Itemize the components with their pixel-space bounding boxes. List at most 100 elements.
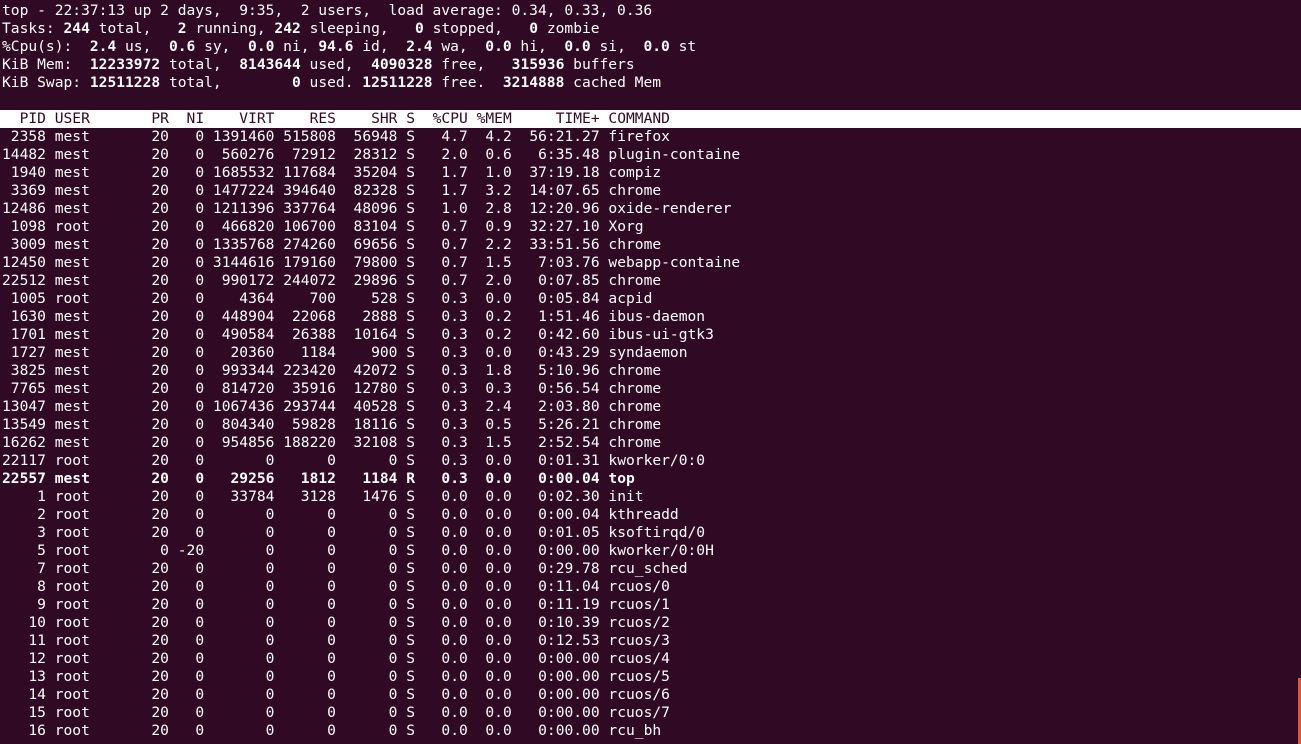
process-list[interactable]: 2358 mest 20 0 1391460 515808 56948 S 4.… xyxy=(0,128,1301,740)
process-row: 13047 mest 20 0 1067436 293744 40528 S 0… xyxy=(0,398,1301,416)
cell-pr: 20 xyxy=(142,218,169,235)
cell-time: 7:03.76 xyxy=(520,254,600,271)
cpu-sy: 0.6 xyxy=(168,38,196,55)
cell-ni: 0 xyxy=(177,416,205,433)
process-row: 15 root 20 0 0 0 0 S 0.0 0.0 0:00.00 rcu… xyxy=(0,704,1301,722)
cell-ni: 0 xyxy=(177,722,205,739)
cell-state: S xyxy=(406,488,416,505)
cell-cpu: 0.3 xyxy=(423,470,468,487)
cell-virt: 1211396 xyxy=(212,200,275,217)
swap-total: 12511228 xyxy=(89,74,161,91)
process-row: 10 root 20 0 0 0 0 S 0.0 0.0 0:10.39 rcu… xyxy=(0,614,1301,632)
cell-command: top xyxy=(608,470,635,487)
cell-cpu: 0.3 xyxy=(423,344,468,361)
cell-ni: 0 xyxy=(177,380,205,397)
process-row: 22512 mest 20 0 990172 244072 29896 S 0.… xyxy=(0,272,1301,290)
cell-ni: 0 xyxy=(177,470,205,487)
cell-state: S xyxy=(406,542,416,559)
cell-state: S xyxy=(406,326,416,343)
cell-res: 0 xyxy=(283,722,336,739)
cell-res: 293744 xyxy=(283,398,336,415)
cell-command: ibus-ui-gtk3 xyxy=(608,326,714,343)
cell-pid: 13047 xyxy=(2,398,46,415)
cell-virt: 0 xyxy=(212,650,275,667)
cell-command: rcuos/4 xyxy=(608,650,670,667)
cell-shr: 40528 xyxy=(344,398,398,415)
header-pr: PR xyxy=(142,110,169,127)
cell-time: 2:03.80 xyxy=(520,398,600,415)
cell-pr: 20 xyxy=(142,290,169,307)
cell-user: root xyxy=(54,722,134,739)
process-row: 1727 mest 20 0 20360 1184 900 S 0.3 0.0 … xyxy=(0,344,1301,362)
cell-user: mest xyxy=(54,434,134,451)
cell-virt: 0 xyxy=(212,578,275,595)
cell-cpu: 0.0 xyxy=(423,686,468,703)
cell-user: mest xyxy=(54,182,134,199)
cell-pid: 9 xyxy=(2,596,46,613)
cell-mem: 1.5 xyxy=(476,254,512,271)
cell-state: R xyxy=(406,470,416,487)
cell-pr: 20 xyxy=(142,326,169,343)
cell-pr: 20 xyxy=(142,182,169,199)
cell-pid: 7765 xyxy=(2,380,46,397)
cell-cpu: 1.7 xyxy=(423,182,468,199)
cell-virt: 0 xyxy=(212,632,275,649)
cell-mem: 2.8 xyxy=(476,200,512,217)
cell-time: 56:21.27 xyxy=(520,128,600,145)
cell-shr: 69656 xyxy=(344,236,398,253)
process-row: 16 root 20 0 0 0 0 S 0.0 0.0 0:00.00 rcu… xyxy=(0,722,1301,740)
cell-virt: 490584 xyxy=(212,326,275,343)
terminal-window[interactable]: top - 22:37:13 up 2 days, 9:35, 2 users,… xyxy=(0,0,1301,744)
cell-cpu: 0.3 xyxy=(423,362,468,379)
cell-command: kthreadd xyxy=(608,506,679,523)
cell-pid: 22117 xyxy=(2,452,46,469)
cell-command: rcuos/0 xyxy=(608,578,670,595)
cell-mem: 0.0 xyxy=(476,452,512,469)
cell-res: 700 xyxy=(283,290,336,307)
process-row: 12450 mest 20 0 3144616 179160 79800 S 0… xyxy=(0,254,1301,272)
cell-state: S xyxy=(406,578,416,595)
cell-ni: 0 xyxy=(177,668,205,685)
cell-state: S xyxy=(406,290,416,307)
cell-virt: 0 xyxy=(212,542,275,559)
cell-cpu: 0.3 xyxy=(423,416,468,433)
cell-pid: 12 xyxy=(2,650,46,667)
cell-command: rcuos/7 xyxy=(608,704,670,721)
cell-pid: 22557 xyxy=(2,470,46,487)
cell-shr: 0 xyxy=(344,596,398,613)
cell-cpu: 0.7 xyxy=(423,254,468,271)
tasks-stopped: 0 xyxy=(415,20,424,37)
cell-command: webapp-containe xyxy=(608,254,741,271)
cell-res: 0 xyxy=(283,524,336,541)
cell-command: rcuos/5 xyxy=(608,668,670,685)
cell-user: root xyxy=(54,578,134,595)
cell-virt: 4364 xyxy=(212,290,275,307)
process-row: 16262 mest 20 0 954856 188220 32108 S 0.… xyxy=(0,434,1301,452)
cell-user: root xyxy=(54,452,134,469)
cell-pr: 20 xyxy=(142,596,169,613)
cell-state: S xyxy=(406,596,416,613)
cell-user: root xyxy=(54,650,134,667)
cell-virt: 0 xyxy=(212,614,275,631)
cpu-ni: 0.0 xyxy=(248,38,275,55)
cell-time: 0:42.60 xyxy=(520,326,600,343)
cell-ni: 0 xyxy=(177,686,205,703)
cell-command: rcuos/2 xyxy=(608,614,670,631)
header-pid: PID xyxy=(2,110,46,127)
cell-time: 0:00.00 xyxy=(520,686,600,703)
cell-res: 3128 xyxy=(283,488,336,505)
cell-pr: 20 xyxy=(142,722,169,739)
cell-shr: 35204 xyxy=(344,164,398,181)
cell-pr: 20 xyxy=(142,650,169,667)
cpu-wa: 2.4 xyxy=(406,38,433,55)
cell-ni: 0 xyxy=(177,578,205,595)
process-row: 3825 mest 20 0 993344 223420 42072 S 0.3… xyxy=(0,362,1301,380)
cell-ni: 0 xyxy=(177,632,205,649)
cell-res: 1184 xyxy=(283,344,336,361)
cell-cpu: 0.7 xyxy=(423,218,468,235)
cell-state: S xyxy=(406,614,416,631)
cell-pr: 20 xyxy=(142,236,169,253)
cell-ni: 0 xyxy=(177,164,205,181)
cell-time: 0:01.05 xyxy=(520,524,600,541)
cell-cpu: 0.3 xyxy=(423,398,468,415)
